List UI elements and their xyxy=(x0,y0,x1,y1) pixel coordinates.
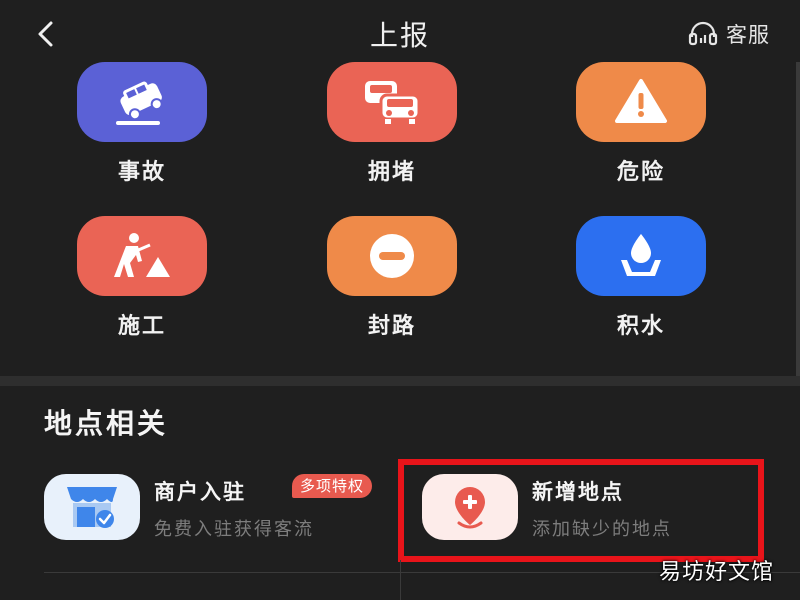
chevron-left-icon xyxy=(38,21,53,47)
storefront-icon xyxy=(67,487,117,528)
top-bar: 上报 客服 xyxy=(0,0,800,66)
merchant-entry-title: 商户入驻 xyxy=(154,480,246,504)
road-closed-icon xyxy=(370,234,414,278)
bottom-column-divider xyxy=(400,560,401,600)
page-title: 上报 xyxy=(369,19,430,52)
report-item-accident[interactable]: 事故 xyxy=(57,62,227,202)
add-location-entry-title: 新增地点 xyxy=(532,480,624,504)
report-label: 封路 xyxy=(367,314,416,339)
report-icon-tile xyxy=(327,62,457,142)
report-item-road-closed[interactable]: 封路 xyxy=(307,216,477,356)
waterlogging-icon xyxy=(621,234,661,276)
entry-icon-tile xyxy=(44,474,140,540)
report-label: 事故 xyxy=(117,160,166,185)
report-icon-tile xyxy=(327,216,457,296)
report-item-danger[interactable]: 危险 xyxy=(556,62,726,202)
report-label: 施工 xyxy=(117,314,166,339)
merchant-entry-subtitle: 免费入驻获得客流 xyxy=(154,519,314,540)
report-label: 拥堵 xyxy=(367,160,416,185)
watermark: 易坊好文馆 xyxy=(658,560,774,585)
back-button[interactable] xyxy=(28,16,64,52)
report-icon-tile xyxy=(576,216,706,296)
merchant-entry[interactable]: 商户入驻 多项特权 免费入驻获得客流 xyxy=(44,470,384,550)
headset-icon xyxy=(688,21,718,46)
customer-service-button[interactable]: 客服 xyxy=(688,18,770,50)
privileges-badge: 多项特权 xyxy=(292,474,373,498)
add-location-icon xyxy=(455,487,485,529)
section-divider xyxy=(0,376,800,386)
report-item-construction[interactable]: 施工 xyxy=(57,216,227,356)
report-label: 积水 xyxy=(616,314,665,339)
construction-worker-icon xyxy=(114,233,170,277)
customer-service-label: 客服 xyxy=(726,23,770,47)
section-title: 地点相关 xyxy=(44,407,169,440)
add-location-entry[interactable]: 新增地点 添加缺少的地点 xyxy=(422,470,752,550)
report-item-waterlogging[interactable]: 积水 xyxy=(556,216,726,356)
entry-icon-tile xyxy=(422,474,518,540)
report-label: 危险 xyxy=(616,160,665,185)
accident-car-icon xyxy=(116,81,163,125)
report-item-congestion[interactable]: 拥堵 xyxy=(307,62,477,202)
report-icon-tile xyxy=(77,216,207,296)
warning-icon xyxy=(615,79,667,123)
traffic-jam-icon xyxy=(365,81,421,124)
report-icon-tile xyxy=(576,62,706,142)
add-location-entry-subtitle: 添加缺少的地点 xyxy=(532,519,672,540)
scrollbar[interactable] xyxy=(796,62,800,382)
report-icon-tile xyxy=(77,62,207,142)
